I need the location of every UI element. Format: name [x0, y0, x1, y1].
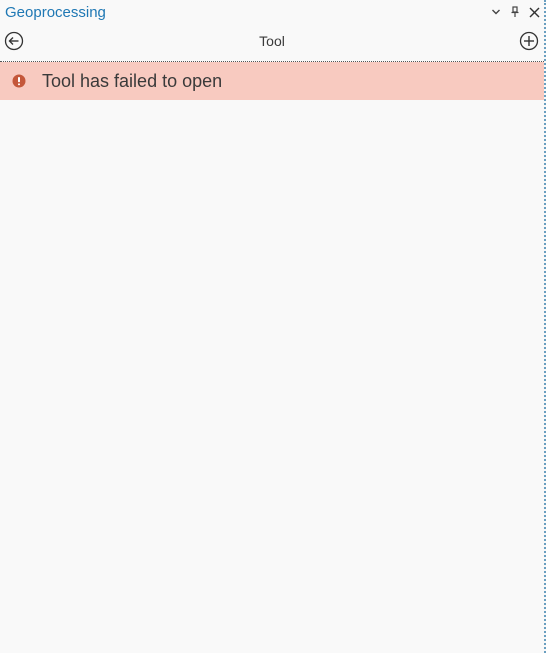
- pin-icon: [511, 6, 519, 17]
- close-icon: [529, 7, 539, 17]
- chevron-down-icon: [492, 9, 500, 15]
- close-button[interactable]: [526, 4, 542, 20]
- options-button[interactable]: [488, 4, 504, 20]
- geoprocessing-pane: Geoprocessing Tool Tool has failed to op…: [0, 0, 546, 653]
- error-message: Tool has failed to open: [42, 71, 223, 91]
- error-banner: Tool has failed to open: [0, 62, 544, 100]
- pin-button[interactable]: [507, 4, 523, 20]
- tool-navbar: Tool: [0, 27, 544, 62]
- pane-title: Geoprocessing: [5, 4, 106, 21]
- pane-titlebar: Geoprocessing: [0, 0, 544, 26]
- error-exclamation-icon: [12, 74, 26, 88]
- plus-circle-icon: [519, 31, 539, 51]
- tool-title: Tool: [259, 33, 285, 49]
- add-button[interactable]: [519, 31, 539, 51]
